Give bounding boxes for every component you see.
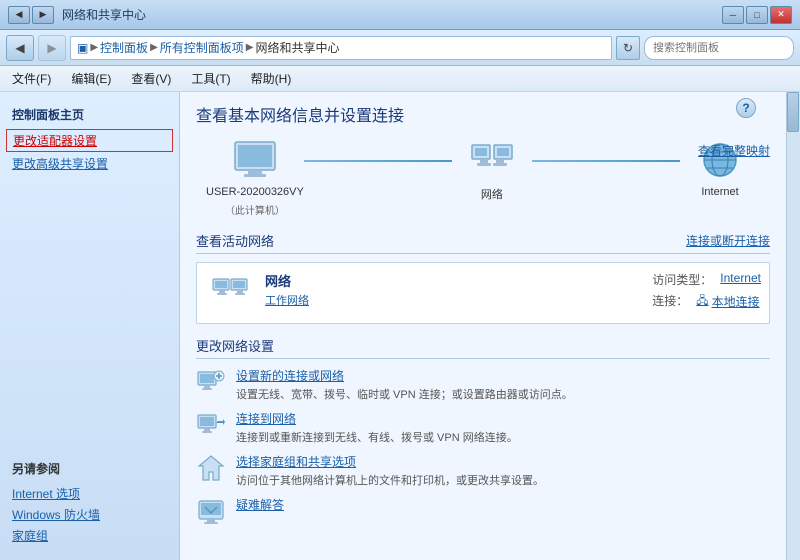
scrollbar-track[interactable]: [786, 92, 800, 560]
main-layout: 控制面板主页 更改适配器设置 更改高级共享设置 另请参阅 Internet 选项…: [0, 92, 800, 560]
change-settings-header: 更改网络设置: [196, 336, 770, 359]
settings-text-2: 选择家庭组和共享选项 访问位于其他网络计算机上的文件和打印机，或更改共享设置。: [236, 453, 544, 488]
help-button[interactable]: ?: [736, 98, 756, 118]
network-diagram: USER-20200326VY （此计算机）: [196, 138, 770, 217]
settings-item-1: 连接到网络 连接到或重新连接到无线、有线、拨号或 VPN 网络连接。: [196, 410, 770, 445]
menu-tools[interactable]: 工具(T): [187, 68, 234, 89]
access-type-row: 访问类型： Internet: [652, 271, 761, 288]
addressbar: ◀ ▶ ▣ ▶ 控制面板 ▶ 所有控制面板项 ▶ 网络和共享中心 ↻ 🔍: [0, 30, 800, 66]
breadcrumb-current: 网络和共享中心: [255, 39, 339, 56]
settings-text-1: 连接到网络 连接到或重新连接到无线、有线、拨号或 VPN 网络连接。: [236, 410, 518, 445]
maximize-button[interactable]: □: [746, 6, 768, 24]
net-node-computer: USER-20200326VY （此计算机）: [206, 138, 304, 217]
breadcrumb: ▣ ▶ 控制面板 ▶ 所有控制面板项 ▶ 网络和共享中心: [77, 39, 340, 56]
settings-text-0: 设置新的连接或网络 设置无线、宽带、拨号、临时或 VPN 连接；或设置路由器或访…: [236, 367, 573, 402]
settings-item-0: 设置新的连接或网络 设置无线、宽带、拨号、临时或 VPN 连接；或设置路由器或访…: [196, 367, 770, 402]
settings-item-2: 选择家庭组和共享选项 访问位于其他网络计算机上的文件和打印机，或更改共享设置。: [196, 453, 770, 488]
network-info: 网络 工作网络: [265, 271, 309, 308]
change-settings-title: 更改网络设置: [196, 336, 274, 355]
sidebar-internet-options[interactable]: Internet 选项: [12, 483, 167, 504]
search-box[interactable]: 🔍: [644, 36, 794, 60]
computer-sublabel: （此计算机）: [225, 202, 285, 217]
view-full-map-link[interactable]: 查看完整映射: [698, 142, 770, 159]
homegroup-icon: [196, 453, 226, 483]
active-network-panel: 网络 工作网络 访问类型： Internet 连接： 🖧 本地连接: [196, 262, 770, 324]
access-type-value: Internet: [720, 271, 761, 288]
menu-view[interactable]: 查看(V): [127, 68, 175, 89]
active-network-icon: [205, 271, 255, 315]
sidebar-also-title: 另请参阅: [12, 460, 167, 477]
menu-file[interactable]: 文件(F): [8, 68, 55, 89]
breadcrumb-control-panel[interactable]: 控制面板: [100, 39, 148, 56]
content-area: ? 查看基本网络信息并设置连接 USER-20200326VY （此计算机）: [180, 92, 786, 560]
computer-label: USER-20200326VY: [206, 186, 304, 198]
window-controls: ◀ ▶: [8, 6, 54, 24]
breadcrumb-sep3: ▶: [246, 42, 254, 53]
settings-item-3: 疑难解答: [196, 496, 770, 526]
sidebar-item-adapter-settings[interactable]: 更改适配器设置: [6, 129, 173, 152]
close-button[interactable]: ✕: [770, 6, 792, 24]
titlebar: ◀ ▶ 网络和共享中心 ─ □ ✕: [0, 0, 800, 30]
connector-2: [532, 160, 680, 162]
network-details: 访问类型： Internet 连接： 🖧 本地连接: [652, 271, 761, 311]
new-connection-icon: [196, 367, 226, 397]
breadcrumb-all-items[interactable]: 所有控制面板项: [160, 39, 244, 56]
active-network-title: 查看活动网络: [196, 231, 274, 250]
connector-1: [304, 160, 452, 162]
settings-link-3[interactable]: 疑难解答: [236, 496, 284, 513]
settings-list: 设置新的连接或网络 设置无线、宽带、拨号、临时或 VPN 连接；或设置路由器或访…: [196, 367, 770, 526]
window-action-buttons: ─ □ ✕: [722, 6, 792, 24]
sidebar-windows-firewall[interactable]: Windows 防火墙: [12, 504, 167, 525]
connection-icon: 🖧: [696, 292, 708, 311]
network-icon: [467, 138, 517, 182]
minimize-button[interactable]: ─: [722, 6, 744, 24]
disconnect-link[interactable]: 连接或断开连接: [686, 232, 770, 249]
network-type[interactable]: 工作网络: [265, 292, 309, 308]
breadcrumb-sep2: ▶: [150, 42, 158, 53]
connection-value[interactable]: 🖧 本地连接: [696, 292, 759, 311]
settings-desc-1: 连接到或重新连接到无线、有线、拨号或 VPN 网络连接。: [236, 429, 518, 445]
settings-text-3: 疑难解答: [236, 496, 284, 513]
menu-help[interactable]: 帮助(H): [247, 68, 296, 89]
connection-label: 连接：: [652, 292, 688, 311]
window-title: 网络和共享中心: [62, 6, 722, 23]
sidebar: 控制面板主页 更改适配器设置 更改高级共享设置 另请参阅 Internet 选项…: [0, 92, 180, 560]
nav-forward-button[interactable]: ▶: [38, 35, 66, 61]
network-name: 网络: [265, 271, 309, 290]
menu-edit[interactable]: 编辑(E): [67, 68, 115, 89]
settings-desc-0: 设置无线、宽带、拨号、临时或 VPN 连接；或设置路由器或访问点。: [236, 386, 573, 402]
nav-back-button[interactable]: ◀: [6, 35, 34, 61]
computer-icon: [230, 138, 280, 182]
address-field[interactable]: ▣ ▶ 控制面板 ▶ 所有控制面板项 ▶ 网络和共享中心: [70, 36, 612, 60]
sidebar-also: 另请参阅 Internet 选项 Windows 防火墙 家庭组: [0, 450, 179, 550]
content-title: 查看基本网络信息并设置连接: [196, 102, 770, 126]
settings-link-2[interactable]: 选择家庭组和共享选项: [236, 453, 544, 470]
settings-link-1[interactable]: 连接到网络: [236, 410, 518, 427]
sidebar-item-advanced-sharing[interactable]: 更改高级共享设置: [0, 152, 179, 175]
breadcrumb-sep1: ▶: [90, 42, 98, 53]
back-button[interactable]: ◀: [8, 6, 30, 24]
active-network-header: 查看活动网络 连接或断开连接: [196, 231, 770, 254]
refresh-button[interactable]: ↻: [616, 36, 640, 60]
settings-link-0[interactable]: 设置新的连接或网络: [236, 367, 573, 384]
net-node-network: 网络: [452, 138, 532, 202]
network-label: 网络: [481, 186, 503, 202]
scrollbar-thumb[interactable]: [787, 92, 799, 132]
connect-network-icon: [196, 410, 226, 440]
internet-label: Internet: [701, 186, 738, 198]
troubleshoot-icon: [196, 496, 226, 526]
sidebar-section-title: 控制面板主页: [0, 102, 179, 129]
access-type-label: 访问类型：: [652, 271, 712, 288]
menubar: 文件(F) 编辑(E) 查看(V) 工具(T) 帮助(H): [0, 66, 800, 92]
sidebar-homegroup[interactable]: 家庭组: [12, 525, 167, 546]
breadcrumb-icon: ▣: [77, 41, 88, 55]
forward-button[interactable]: ▶: [32, 6, 54, 24]
connection-row: 连接： 🖧 本地连接: [652, 292, 761, 311]
search-input[interactable]: [653, 42, 795, 54]
settings-desc-2: 访问位于其他网络计算机上的文件和打印机，或更改共享设置。: [236, 472, 544, 488]
